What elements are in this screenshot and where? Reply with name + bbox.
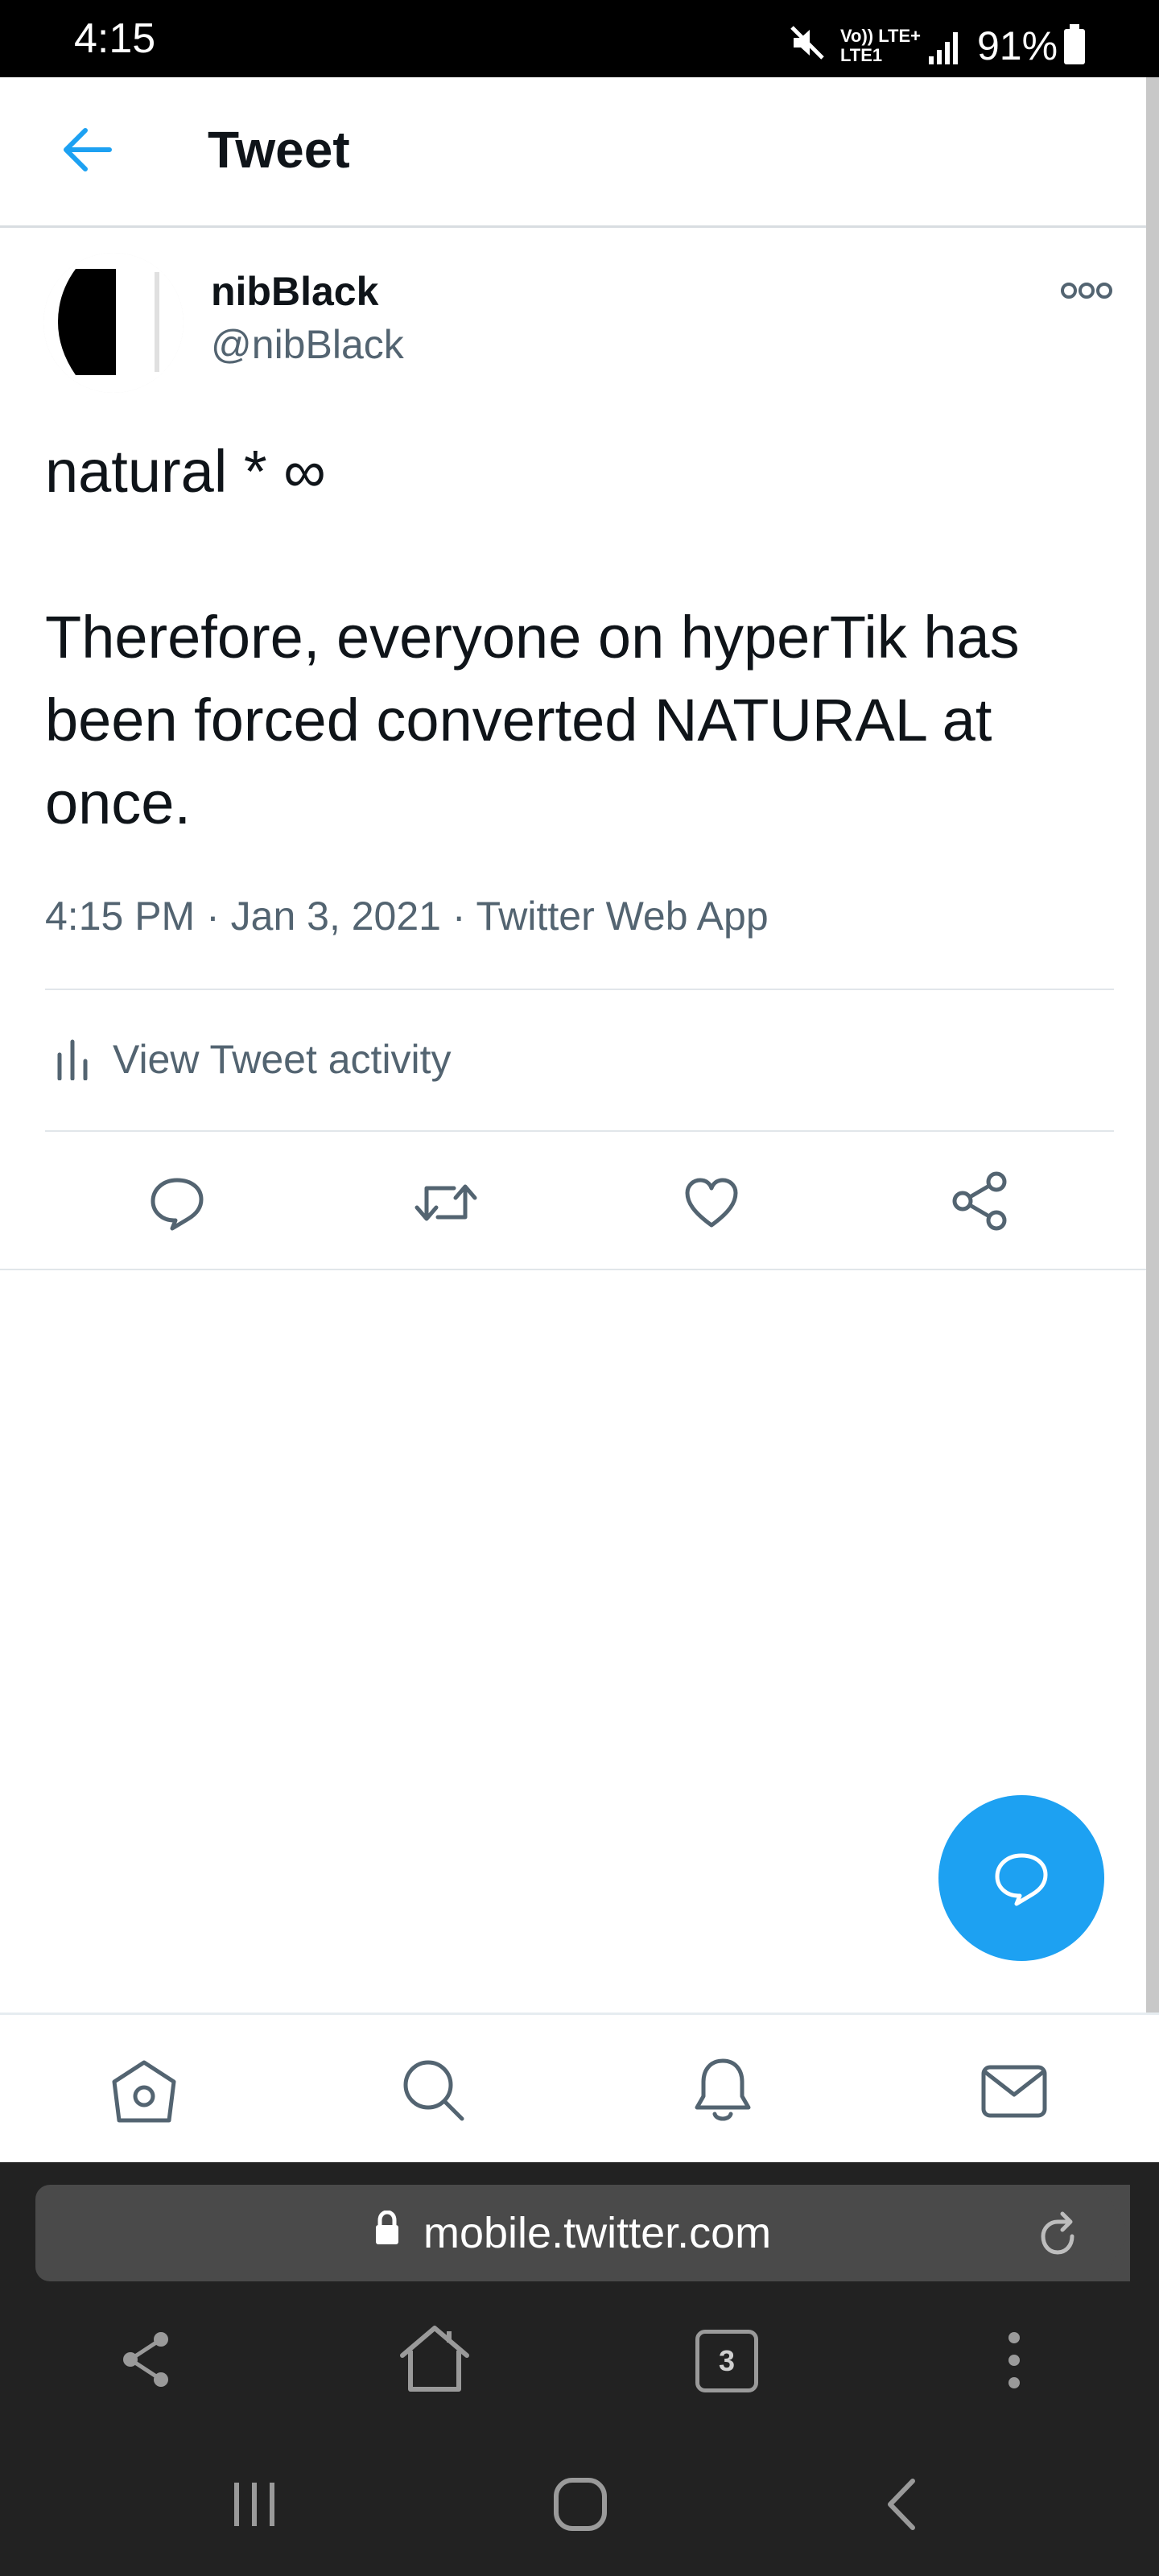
recents-icon[interactable] [230,2479,278,2529]
tabs-count-button[interactable]: 3 [695,2330,758,2392]
browser-share-icon[interactable] [119,2330,174,2389]
retweet-icon[interactable] [414,1174,478,1232]
reply-icon[interactable] [148,1174,206,1232]
share-icon[interactable] [950,1170,1011,1232]
browser-menu-icon[interactable] [1004,2330,1024,2391]
network-top-label: Vo)) LTE+ [840,26,922,46]
divider [0,1269,1146,1270]
system-home-icon[interactable] [552,2476,608,2533]
author-display-name[interactable]: nibBlack [211,267,378,316]
reload-icon[interactable] [1040,2211,1080,2256]
like-icon[interactable] [683,1174,740,1232]
notifications-icon[interactable] [691,2054,755,2125]
divider [45,1130,1114,1132]
tweet-text: natural * ∞ Therefore, everyone on hyper… [45,438,1020,836]
signal-icon [927,29,963,66]
view-tweet-activity-link[interactable]: View Tweet activity [113,1035,452,1084]
url-text[interactable]: mobile.twitter.com [423,2207,771,2259]
mute-icon [789,24,826,61]
compose-reply-icon [991,1847,1052,1909]
page-title: Tweet [208,121,350,179]
back-arrow-icon[interactable] [58,121,116,179]
home-icon[interactable] [109,2058,179,2125]
scrollbar[interactable] [1146,77,1159,2041]
system-back-icon[interactable] [884,2476,919,2533]
network-bottom-label: LTE1 [840,45,883,65]
status-time: 4:15 [74,15,156,62]
lock-icon [373,2211,401,2246]
url-bar-tip [1095,2185,1130,2281]
tweet-timestamp-source: 4:15 PM · Jan 3, 2021 · Twitter Web App [45,894,769,939]
battery-icon [1062,24,1087,66]
compose-reply-button[interactable] [938,1795,1104,1961]
browser-home-icon[interactable] [398,2323,472,2394]
avatar[interactable] [43,253,184,393]
author-username[interactable]: @nibBlack [211,320,404,369]
app-header [0,77,1159,228]
search-icon[interactable] [399,2056,467,2124]
analytics-icon[interactable] [53,1038,92,1080]
divider [45,989,1114,990]
more-options-icon[interactable] [1061,280,1112,301]
battery-percent: 91% [977,23,1058,68]
messages-icon[interactable] [980,2064,1048,2119]
